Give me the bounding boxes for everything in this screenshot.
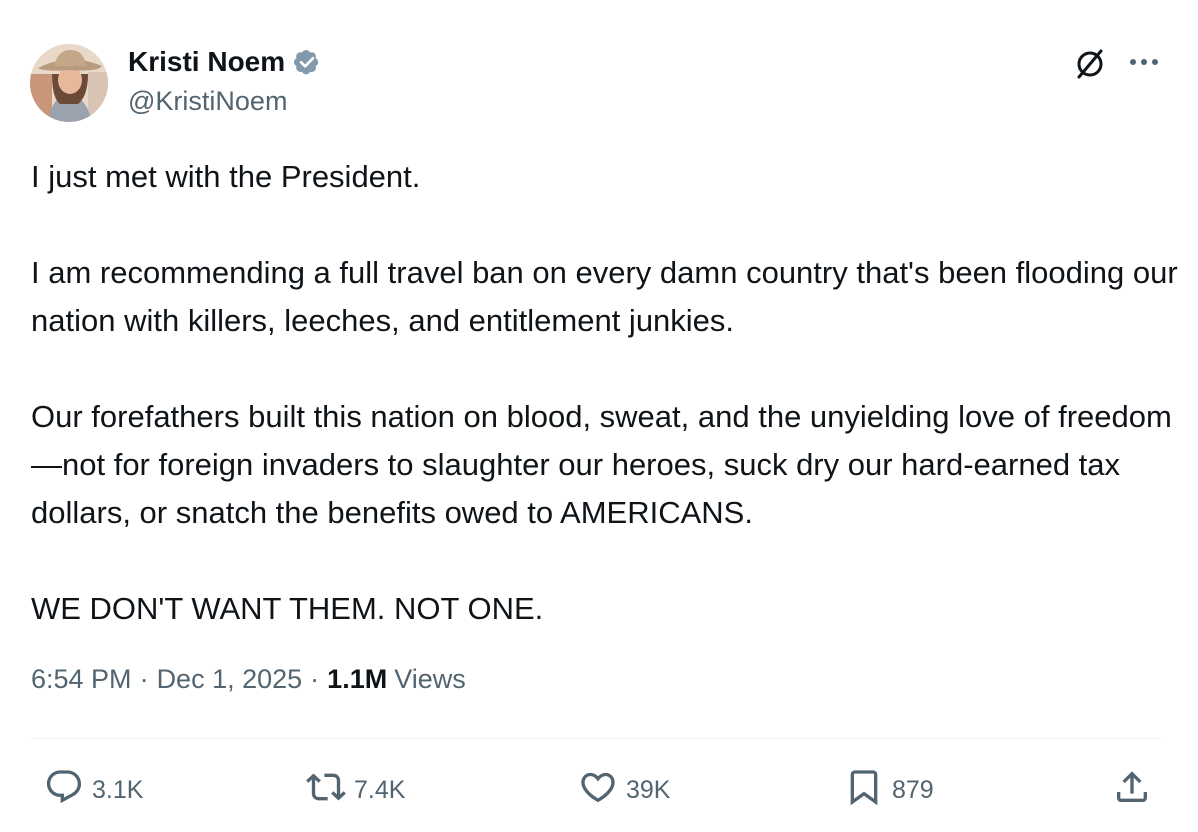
- retweet-count: 7.4K: [354, 775, 406, 804]
- author-display-name[interactable]: Kristi Noem: [128, 46, 285, 78]
- post-paragraph: Our forefathers built this nation on blo…: [31, 399, 1172, 530]
- like-count: 39K: [626, 775, 671, 804]
- retweet-icon: [306, 767, 346, 814]
- reply-count: 3.1K: [92, 775, 144, 804]
- meta-separator: ·: [139, 664, 149, 694]
- reply-icon: [44, 767, 84, 814]
- meta-separator: ·: [310, 664, 320, 694]
- share-icon: [1112, 767, 1152, 814]
- verified-badge-icon[interactable]: [291, 46, 323, 78]
- author-handle[interactable]: @KristiNoem: [128, 86, 287, 117]
- reply-button[interactable]: 3.1K: [44, 760, 143, 820]
- like-button[interactable]: 39K: [578, 760, 670, 820]
- share-button[interactable]: [1112, 760, 1152, 820]
- divider: [31, 738, 1162, 739]
- post-time[interactable]: 6:54 PM: [31, 664, 132, 695]
- post-paragraph: I just met with the President.: [31, 159, 421, 194]
- bookmark-icon: [844, 767, 884, 814]
- action-bar: 3.1K 7.4K 39K 879: [0, 760, 1198, 820]
- retweet-button[interactable]: 7.4K: [306, 760, 405, 820]
- heart-icon: [578, 767, 618, 814]
- views-count: 1.1M: [327, 664, 388, 694]
- post-body: I just met with the President. I am reco…: [31, 153, 1181, 633]
- post-date[interactable]: Dec 1, 2025: [157, 664, 303, 695]
- tweet: Kristi Noem @KristiNoem I just met with …: [0, 0, 1198, 832]
- more-dots-icon[interactable]: [1126, 50, 1162, 74]
- post-paragraph: WE DON'T WANT THEM. NOT ONE.: [31, 591, 544, 626]
- author-name-row: Kristi Noem: [128, 44, 323, 80]
- bookmark-button[interactable]: 879: [844, 760, 934, 820]
- avatar[interactable]: [30, 44, 108, 122]
- grok-icon[interactable]: [1070, 44, 1110, 84]
- post-paragraph: I am recommending a full travel ban on e…: [31, 255, 1178, 338]
- bookmark-count: 879: [892, 775, 934, 804]
- post-meta: 6:54 PM · Dec 1, 2025 · 1.1M Views: [31, 664, 466, 695]
- views-label: Views: [394, 664, 466, 694]
